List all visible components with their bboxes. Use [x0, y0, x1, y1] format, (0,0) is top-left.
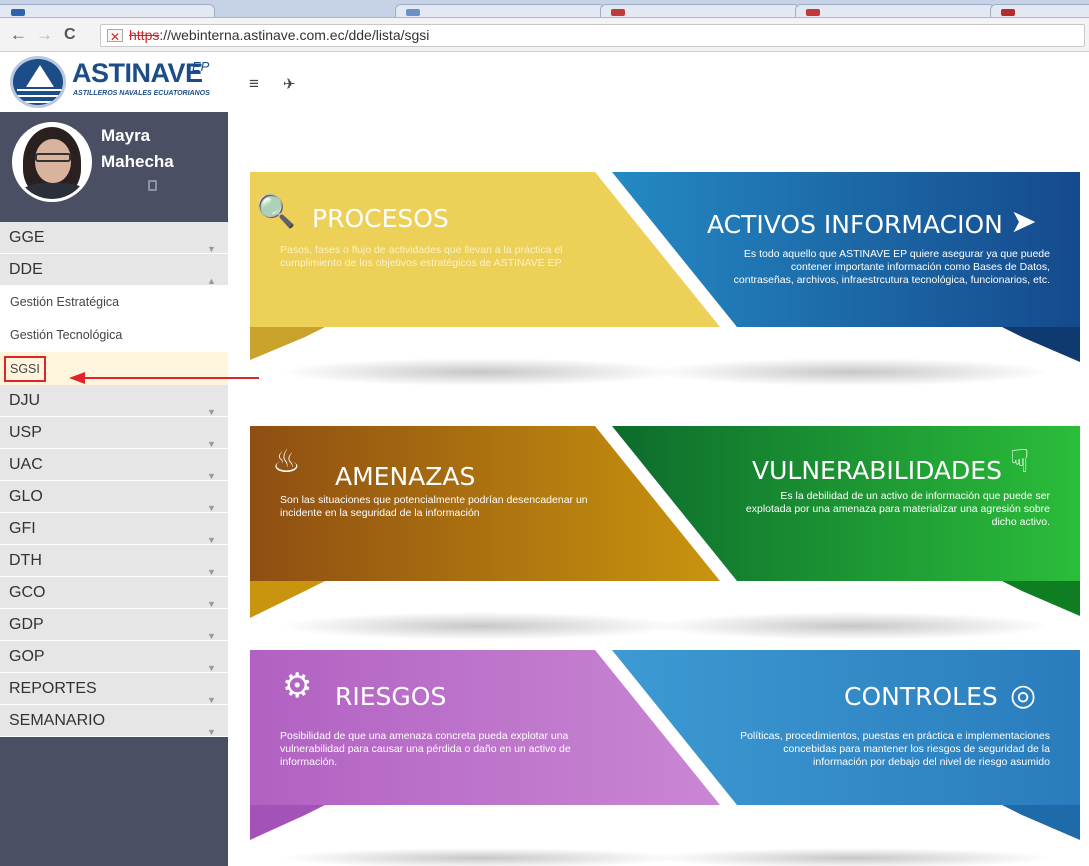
sidebar-menu: GGE ▼ DDE ▲ Gestión Estratégica Gestión … — [0, 222, 228, 737]
sidebar-item-label: GGE — [9, 229, 45, 246]
sidebar: ASTINAVE EP ASTILLEROS NAVALES ECUATORIA… — [0, 52, 228, 866]
annotation-arrow — [69, 372, 259, 384]
tile-controles[interactable]: CONTROLES ◎ Políticas, procedimientos, p… — [612, 650, 1080, 866]
sidebar-item-label: DTH — [9, 552, 42, 569]
sidebar-item-label: USP — [9, 424, 42, 441]
tile-activos-informacion[interactable]: ACTIVOS INFORMACION ➤ Es todo aquello qu… — [612, 172, 1080, 387]
url-scheme: https — [129, 27, 160, 43]
sidebar-item-uac[interactable]: UAC ▼ — [0, 449, 228, 481]
sidebar-item-label: GLO — [9, 488, 43, 505]
logo-subtitle: ASTILLEROS NAVALES ECUATORIANOS — [73, 90, 210, 97]
sidebar-item-glo[interactable]: GLO ▼ — [0, 481, 228, 513]
sidebar-item-label: SEMANARIO — [9, 712, 106, 729]
thumbs-down-icon: ☟ — [1010, 443, 1030, 479]
sidebar-subitem-gestion-tecnologica[interactable]: Gestión Tecnológica — [0, 319, 228, 352]
sidebar-subitem-label: Gestión Tecnológica — [10, 328, 123, 342]
browser-tab[interactable] — [795, 4, 995, 17]
tile-description: Son las situaciones que potencialmente p… — [280, 494, 588, 519]
logo[interactable]: ASTINAVE EP ASTILLEROS NAVALES ECUATORIA… — [0, 52, 228, 112]
browser-tab[interactable] — [0, 4, 215, 17]
browser-toolbar: ← → C https://webinterna.astinave.com.ec… — [0, 18, 1089, 52]
tile-title: CONTROLES — [844, 682, 998, 711]
sidebar-subitem-label: Gestión Estratégica — [10, 295, 120, 309]
sidebar-item-reportes[interactable]: REPORTES ▼ — [0, 673, 228, 705]
tile-description: Políticas, procedimientos, puestas en pr… — [740, 730, 1050, 768]
logout-icon[interactable] — [148, 180, 157, 191]
tile-title: ACTIVOS INFORMACION — [707, 210, 1003, 239]
sidebar-item-semanario[interactable]: SEMANARIO ▼ — [0, 705, 228, 737]
sidebar-subitem-label: SGSI — [4, 356, 46, 382]
tile-description: Posibilidad de que una amenaza concreta … — [280, 730, 571, 768]
sidebar-item-label: REPORTES — [9, 680, 97, 697]
tile-description: Es todo aquello que ASTINAVE EP quiere a… — [733, 248, 1050, 286]
user-first-name: Mayra — [101, 126, 151, 145]
sidebar-item-usp[interactable]: USP ▼ — [0, 417, 228, 449]
airplane-icon[interactable]: ✈ — [283, 75, 296, 93]
sidebar-item-dth[interactable]: DTH ▼ — [0, 545, 228, 577]
sidebar-item-gco[interactable]: GCO ▼ — [0, 577, 228, 609]
avatar — [12, 122, 92, 202]
logo-suffix: EP — [192, 59, 210, 74]
sidebar-item-gfi[interactable]: GFI ▼ — [0, 513, 228, 545]
tile-vulnerabilidades[interactable]: VULNERABILIDADES ☟ Es la debilidad de un… — [612, 426, 1080, 641]
sidebar-item-label: DDE — [9, 261, 43, 278]
forward-icon[interactable]: → — [36, 25, 53, 45]
address-bar[interactable]: https://webinterna.astinave.com.ec/dde/l… — [100, 24, 1085, 48]
browser-tab[interactable] — [395, 4, 605, 17]
eye-icon: ◎ — [1010, 679, 1037, 712]
sidebar-item-gop[interactable]: GOP ▼ — [0, 641, 228, 673]
search-globe-icon: 🔍 — [256, 193, 296, 229]
paper-plane-icon: ➤ — [1010, 203, 1037, 239]
gears-icon: ⚙ — [282, 667, 313, 705]
browser-tab[interactable] — [600, 4, 800, 17]
reload-icon[interactable]: C — [64, 25, 76, 45]
hamburger-icon[interactable]: ≡ — [249, 74, 259, 94]
back-icon[interactable]: ← — [10, 25, 27, 45]
sidebar-item-dju[interactable]: DJU ▼ — [0, 385, 228, 417]
sidebar-subitem-gestion-estrategica[interactable]: Gestión Estratégica — [0, 286, 228, 319]
browser-tab-strip — [0, 0, 1089, 18]
fire-icon: ♨ — [272, 443, 301, 479]
sidebar-item-dde[interactable]: DDE ▲ — [0, 254, 228, 286]
tile-title: AMENAZAS — [335, 462, 476, 491]
sidebar-item-label: DJU — [9, 392, 41, 409]
tile-title: VULNERABILIDADES — [752, 456, 1002, 485]
sidebar-item-label: GCO — [9, 584, 46, 601]
logo-name: ASTINAVE — [72, 58, 203, 88]
url-path: ://webinterna.astinave.com.ec/dde/lista/… — [159, 27, 430, 43]
browser-tab[interactable] — [990, 4, 1089, 17]
sidebar-item-gdp[interactable]: GDP ▼ — [0, 609, 228, 641]
sidebar-item-label: GFI — [9, 520, 36, 537]
sidebar-item-gge[interactable]: GGE ▼ — [0, 222, 228, 254]
logo-emblem — [10, 56, 66, 108]
tile-description: Es la debilidad de un activo de informac… — [745, 490, 1050, 528]
insecure-lock-icon[interactable] — [107, 27, 123, 48]
user-last-name: Mahecha — [101, 152, 174, 171]
tile-title: RIESGOS — [335, 682, 447, 711]
sidebar-item-label: GOP — [9, 648, 45, 665]
tile-title: PROCESOS — [312, 204, 449, 233]
tile-description: Pasos, fases o flujo de actividades que … — [280, 244, 563, 269]
sidebar-item-label: UAC — [9, 456, 43, 473]
chevron-down-icon: ▼ — [207, 727, 216, 737]
sidebar-item-label: GDP — [9, 616, 44, 633]
